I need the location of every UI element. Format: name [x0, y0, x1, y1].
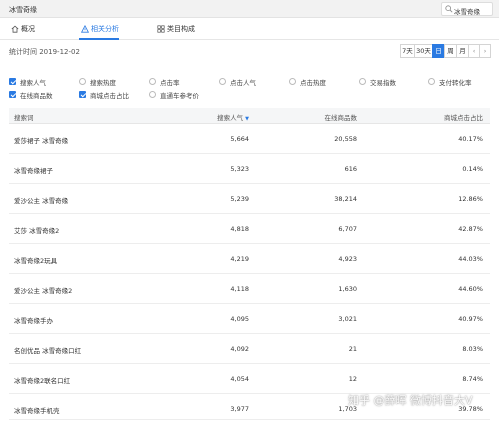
- cell-search-popularity: 5,664: [230, 135, 249, 143]
- table-row[interactable]: 冰雪奇缘手办 4,095 3,021 40.97%: [9, 304, 490, 334]
- cell-online-items: 4,923: [338, 255, 357, 263]
- table-row[interactable]: 爱莎裙子 冰雪奇缘 5,664 20,558 40.17%: [9, 124, 490, 154]
- cell-mall-click-ratio: 42.87%: [458, 225, 483, 233]
- cell-search-popularity: 4,219: [230, 255, 249, 263]
- header-keyword: 搜索词: [14, 114, 34, 122]
- tab-overview[interactable]: 概况: [9, 18, 35, 40]
- table-row[interactable]: 冰雪奇缘2玩具 4,219 4,923 44.03%: [9, 244, 490, 274]
- period-selector: 7天 30天 日 周 月 ‹ ›: [400, 44, 491, 58]
- checkbox[interactable]: [149, 78, 156, 85]
- home-icon: [11, 25, 19, 33]
- cell-mall-click-ratio: 0.14%: [462, 165, 483, 173]
- cell-search-popularity: 4,092: [230, 345, 249, 353]
- cell-search-popularity: 3,977: [230, 405, 249, 413]
- cell-search-popularity: 4,818: [230, 225, 249, 233]
- search-value: 冰雪奇缘: [454, 8, 480, 16]
- cell-mall-click-ratio: 44.03%: [458, 255, 483, 263]
- cell-mall-click-ratio: 8.03%: [462, 345, 483, 353]
- cell-mall-click-ratio: 40.97%: [458, 315, 483, 323]
- cell-keyword: 爱沙公主 冰雪奇缘2: [14, 287, 73, 295]
- cell-mall-click-ratio: 12.86%: [458, 195, 483, 203]
- cell-keyword: 冰雪奇缘手办: [14, 317, 53, 325]
- checkbox[interactable]: [428, 78, 435, 85]
- period-7day-button[interactable]: 7天: [400, 44, 415, 58]
- search-input[interactable]: 冰雪奇缘: [441, 2, 493, 16]
- header-mall-click-ratio[interactable]: 商城点击占比: [444, 112, 483, 122]
- search-icon: [445, 5, 453, 13]
- cell-keyword: 冰雪奇缘2联名口红: [14, 377, 71, 385]
- tab-related-analysis[interactable]: 相关分析: [79, 18, 119, 40]
- tab-bar: 概况 相关分析 类目构成: [0, 18, 499, 40]
- table-row[interactable]: 艾莎 冰雪奇缘2 4,818 6,707 42.87%: [9, 214, 490, 244]
- cell-keyword: 艾莎 冰雪奇缘2: [14, 227, 60, 235]
- cell-keyword: 冰雪奇缘2玩具: [14, 257, 58, 265]
- cell-mall-click-ratio: 8.74%: [462, 375, 483, 383]
- cell-search-popularity: 5,323: [230, 165, 249, 173]
- page-title: 冰雪奇缘: [9, 6, 37, 14]
- table-row[interactable]: 名创优品 冰雪奇缘口红 4,092 21 8.03%: [9, 334, 490, 364]
- next-period-button[interactable]: ›: [479, 44, 491, 58]
- cell-search-popularity: 4,095: [230, 315, 249, 323]
- header-online-items[interactable]: 在线商品数: [325, 112, 358, 122]
- table-header: 搜索词 搜索人气 ▼ 在线商品数 商城点击占比: [9, 108, 490, 124]
- cell-online-items: 21: [348, 345, 357, 353]
- cell-keyword: 冰雪奇缘手机壳: [14, 407, 60, 415]
- table-row[interactable]: 爱沙公主 冰雪奇缘 5,239 38,214 12.86%: [9, 184, 490, 214]
- tab-label: 相关分析: [91, 25, 119, 33]
- checkbox[interactable]: [79, 78, 86, 85]
- table-row[interactable]: 冰雪奇缘裙子 5,323 616 0.14%: [9, 154, 490, 184]
- checkbox[interactable]: [9, 91, 16, 98]
- checkbox[interactable]: [289, 78, 296, 85]
- cell-mall-click-ratio: 44.60%: [458, 285, 483, 293]
- cell-online-items: 616: [344, 165, 357, 173]
- cell-online-items: 38,214: [334, 195, 357, 203]
- cell-online-items: 6,707: [338, 225, 357, 233]
- cell-search-popularity: 5,239: [230, 195, 249, 203]
- grid-icon: [157, 25, 165, 33]
- watermark: 知乎 @薛晖 微博抖音大V: [348, 394, 473, 407]
- cell-online-items: 20,558: [334, 135, 357, 143]
- cell-online-items: 1,630: [338, 285, 357, 293]
- cell-keyword: 名创优品 冰雪奇缘口红: [14, 347, 82, 355]
- checkbox[interactable]: [149, 91, 156, 98]
- metric-options: 搜索人气 搜索热度 点击率 点击人气 点击热度 交易指数 支付转化率 在线商品数…: [9, 77, 489, 103]
- cell-keyword: 冰雪奇缘裙子: [14, 167, 53, 175]
- checkbox[interactable]: [219, 78, 226, 85]
- sort-desc-icon[interactable]: ▼: [245, 116, 249, 122]
- header-search-popularity[interactable]: 搜索人气 ▼: [217, 112, 249, 122]
- cell-mall-click-ratio: 40.17%: [458, 135, 483, 143]
- cell-search-popularity: 4,054: [230, 375, 249, 383]
- tab-category[interactable]: 类目构成: [155, 18, 195, 40]
- keyword-table: 搜索词 搜索人气 ▼ 在线商品数 商城点击占比 爱莎裙子 冰雪奇缘 5,664 2…: [9, 108, 490, 420]
- cell-online-items: 3,021: [338, 315, 357, 323]
- warning-icon: [81, 25, 89, 33]
- top-bar: 冰雪奇缘 冰雪奇缘: [0, 0, 499, 18]
- table-row[interactable]: 爱沙公主 冰雪奇缘2 4,118 1,630 44.60%: [9, 274, 490, 304]
- checkbox[interactable]: [359, 78, 366, 85]
- cell-keyword: 爱沙公主 冰雪奇缘: [14, 197, 69, 205]
- checkbox[interactable]: [79, 91, 86, 98]
- cell-online-items: 12: [348, 375, 357, 383]
- checkbox[interactable]: [9, 78, 16, 85]
- tab-label: 类目构成: [167, 25, 195, 33]
- table-row[interactable]: 冰雪奇缘2联名口红 4,054 12 8.74%: [9, 364, 490, 394]
- cell-keyword: 爱莎裙子 冰雪奇缘: [14, 137, 69, 145]
- stat-time: 统计时间 2019-12-02: [9, 48, 80, 56]
- period-30day-button[interactable]: 30天: [414, 44, 433, 58]
- cell-search-popularity: 4,118: [230, 285, 249, 293]
- tab-label: 概况: [21, 25, 35, 33]
